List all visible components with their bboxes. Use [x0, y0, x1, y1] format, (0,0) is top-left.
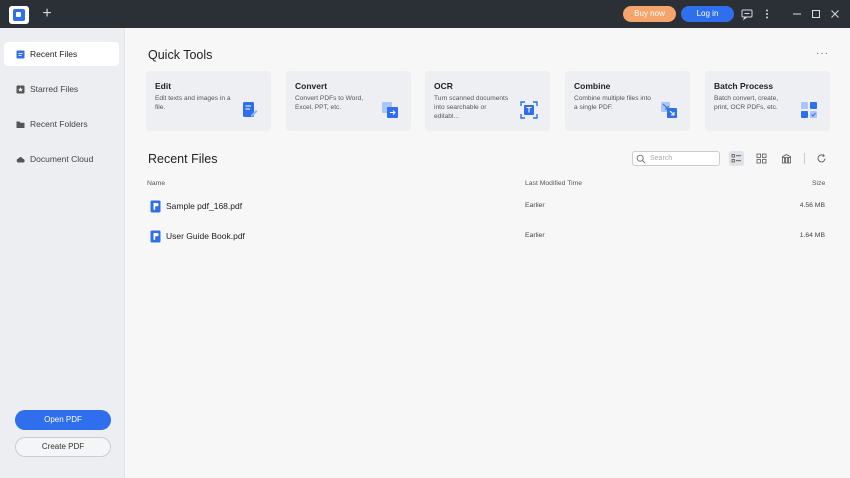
sidebar-item-recent-files[interactable]: Recent Files — [4, 42, 119, 66]
feedback-icon[interactable] — [740, 6, 754, 22]
file-name: User Guide Book.pdf — [166, 231, 245, 241]
tool-card-title: OCR — [434, 81, 453, 91]
refresh-button[interactable] — [814, 151, 829, 166]
pdf-file-icon — [150, 230, 161, 243]
folder-icon — [16, 121, 25, 128]
batch-icon — [801, 102, 817, 118]
grid-view-icon — [756, 153, 767, 164]
list-view-button[interactable] — [729, 151, 744, 166]
sidebar-item-label: Recent Files — [30, 49, 78, 59]
toolbar-divider — [804, 153, 805, 164]
refresh-icon — [817, 154, 826, 163]
sidebar-item-label: Recent Folders — [30, 119, 88, 129]
ocr-icon — [520, 101, 538, 119]
create-pdf-button[interactable]: Create PDF — [15, 437, 111, 457]
table-row[interactable]: User Guide Book.pdf Earlier 1.64 MB — [140, 223, 836, 249]
tool-card-desc: Edit texts and images in a file. — [155, 95, 231, 111]
more-menu-icon[interactable] — [760, 6, 774, 22]
list-view-icon — [731, 154, 741, 163]
new-tab-button[interactable]: + — [40, 6, 54, 22]
search-placeholder: Search — [650, 155, 673, 162]
close-icon[interactable] — [828, 6, 842, 22]
column-header-size[interactable]: Size — [812, 180, 825, 187]
sidebar-item-recent-folders[interactable]: Recent Folders — [4, 112, 119, 136]
star-icon — [16, 85, 25, 94]
app-logo-icon[interactable] — [9, 6, 29, 24]
recent-files-icon — [16, 50, 25, 59]
recent-files-title: Recent Files — [148, 152, 218, 166]
sidebar-item-starred-files[interactable]: Starred Files — [4, 77, 119, 101]
tool-card-title: Edit — [155, 81, 172, 91]
tool-card-convert[interactable]: Convert Convert PDFs to Word, Excel, PPT… — [286, 71, 411, 131]
combine-icon — [661, 102, 677, 118]
file-modified: Earlier — [525, 202, 545, 209]
tool-card-ocr[interactable]: OCR Turn scanned documents into searchab… — [425, 71, 550, 131]
sidebar-item-document-cloud[interactable]: Document Cloud — [4, 147, 119, 171]
tool-card-combine[interactable]: Combine Combine multiple files into a si… — [565, 71, 690, 131]
edit-icon — [243, 102, 258, 117]
sidebar-item-label: Document Cloud — [30, 154, 94, 164]
pdf-file-icon — [150, 200, 161, 213]
buy-now-button[interactable]: Buy now — [623, 6, 676, 22]
maximize-icon[interactable] — [809, 6, 823, 22]
log-in-button[interactable]: Log in — [681, 6, 734, 22]
tool-card-title: Combine — [574, 81, 611, 91]
tool-card-batch-process[interactable]: Batch Process Batch convert, create, pri… — [705, 71, 830, 131]
column-header-name[interactable]: Name — [147, 180, 165, 187]
grid-view-button[interactable] — [754, 151, 769, 166]
file-modified: Earlier — [525, 232, 545, 239]
column-header-modified[interactable]: Last Modified Time — [525, 180, 582, 187]
tool-card-desc: Turn scanned documents into searchable o… — [434, 95, 509, 120]
title-bar: + Buy now Log in — [0, 0, 850, 28]
sidebar: Recent Files Starred Files Recent Folder… — [0, 28, 125, 478]
file-name: Sample pdf_168.pdf — [166, 201, 243, 211]
tool-card-title: Batch Process — [714, 81, 774, 91]
tool-card-edit[interactable]: Edit Edit texts and images in a file. — [146, 71, 271, 131]
open-pdf-button[interactable]: Open PDF — [15, 410, 111, 430]
table-row[interactable]: Sample pdf_168.pdf Earlier 4.56 MB — [140, 193, 836, 219]
thumbnail-view-icon — [781, 154, 792, 164]
thumbnail-view-button[interactable] — [779, 151, 794, 166]
tool-card-title: Convert — [295, 81, 328, 91]
more-options-icon[interactable]: ··· — [816, 48, 828, 59]
search-icon — [636, 154, 646, 164]
tool-card-desc: Convert PDFs to Word, Excel, PPT, etc. — [295, 95, 364, 111]
cloud-icon — [16, 157, 25, 163]
convert-icon — [382, 102, 398, 118]
quick-tools-title: Quick Tools — [148, 48, 213, 62]
file-size: 4.56 MB — [799, 202, 825, 209]
search-input[interactable]: Search — [632, 151, 720, 166]
tool-card-desc: Combine multiple files into a single PDF… — [574, 95, 651, 111]
minimize-icon[interactable] — [790, 6, 804, 22]
sidebar-item-label: Starred Files — [30, 84, 79, 94]
tool-card-desc: Batch convert, create, print, OCR PDFs, … — [714, 95, 779, 111]
file-size: 1.64 MB — [799, 232, 825, 239]
